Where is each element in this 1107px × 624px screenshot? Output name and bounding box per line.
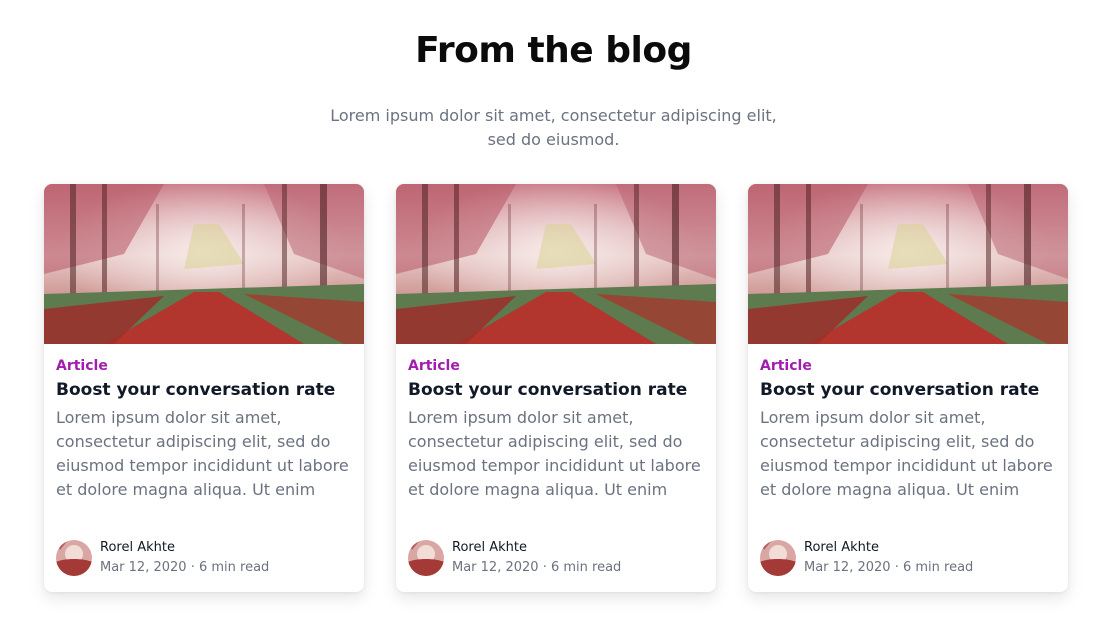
post-meta: Mar 12, 2020 · 6 min read (100, 560, 269, 575)
post-author: Rorel Akhte Mar 12, 2020 · 6 min read (56, 540, 352, 576)
post-category[interactable]: Article (408, 358, 460, 374)
post-excerpt-line: et dolore magna aliqua. Ut enim (56, 480, 316, 499)
blog-card[interactable]: Article Boost your conversation rate Lor… (748, 184, 1068, 592)
post-read-time: 6 min read (198, 560, 270, 575)
post-excerpt: Lorem ipsum dolor sit amet, consectetur … (56, 406, 354, 502)
post-title[interactable]: Boost your conversation rate (760, 380, 1039, 400)
post-excerpt-line: Lorem ipsum dolor sit amet, (760, 408, 986, 427)
post-title[interactable]: Boost your conversation rate (408, 380, 687, 400)
blog-card[interactable]: Article Boost your conversation rate Lor… (44, 184, 364, 592)
post-category[interactable]: Article (760, 358, 812, 374)
post-excerpt-line: et dolore magna aliqua. Ut enim (760, 480, 1020, 499)
post-category[interactable]: Article (56, 358, 108, 374)
post-excerpt-line: Lorem ipsum dolor sit amet, (408, 408, 634, 427)
author-name[interactable]: Rorel Akhte (100, 540, 175, 555)
section-subtitle: Lorem ipsum dolor sit amet, consectetur … (0, 104, 1107, 152)
post-author: Rorel Akhte Mar 12, 2020 · 6 min read (760, 540, 1056, 576)
author-name[interactable]: Rorel Akhte (804, 540, 879, 555)
blog-card[interactable]: Article Boost your conversation rate Lor… (396, 184, 716, 592)
post-excerpt-line: Lorem ipsum dolor sit amet, (56, 408, 282, 427)
post-read-time: 6 min read (902, 560, 974, 575)
post-cover-image[interactable] (396, 184, 716, 344)
post-excerpt-line: et dolore magna aliqua. Ut enim (408, 480, 668, 499)
post-excerpt: Lorem ipsum dolor sit amet, consectetur … (408, 406, 706, 502)
post-excerpt-line: eiusmod tempor incididunt ut labore (760, 456, 1053, 475)
post-cover-image[interactable] (748, 184, 1068, 344)
post-date: Mar 12, 2020 (452, 560, 539, 575)
post-excerpt-line: eiusmod tempor incididunt ut labore (56, 456, 349, 475)
section-subtitle-line: Lorem ipsum dolor sit amet, consectetur … (330, 106, 777, 125)
post-read-time: 6 min read (550, 560, 622, 575)
meta-separator: · (190, 560, 195, 575)
author-avatar[interactable] (760, 540, 796, 576)
post-author: Rorel Akhte Mar 12, 2020 · 6 min read (408, 540, 704, 576)
author-avatar[interactable] (56, 540, 92, 576)
post-excerpt-line: eiusmod tempor incididunt ut labore (408, 456, 701, 475)
post-excerpt-line: consectetur adipiscing elit, sed do (56, 432, 331, 451)
post-date: Mar 12, 2020 (804, 560, 891, 575)
blog-section: From the blog Lorem ipsum dolor sit amet… (0, 0, 1107, 624)
post-excerpt-line: consectetur adipiscing elit, sed do (760, 432, 1035, 451)
post-excerpt: Lorem ipsum dolor sit amet, consectetur … (760, 406, 1058, 502)
meta-separator: · (542, 560, 547, 575)
post-date: Mar 12, 2020 (100, 560, 187, 575)
author-name[interactable]: Rorel Akhte (452, 540, 527, 555)
section-subtitle-line: sed do eiusmod. (487, 130, 620, 149)
post-meta: Mar 12, 2020 · 6 min read (452, 560, 621, 575)
post-title[interactable]: Boost your conversation rate (56, 380, 335, 400)
post-cover-image[interactable] (44, 184, 364, 344)
post-excerpt-line: consectetur adipiscing elit, sed do (408, 432, 683, 451)
meta-separator: · (894, 560, 899, 575)
post-meta: Mar 12, 2020 · 6 min read (804, 560, 973, 575)
section-title: From the blog (415, 30, 692, 71)
author-avatar[interactable] (408, 540, 444, 576)
